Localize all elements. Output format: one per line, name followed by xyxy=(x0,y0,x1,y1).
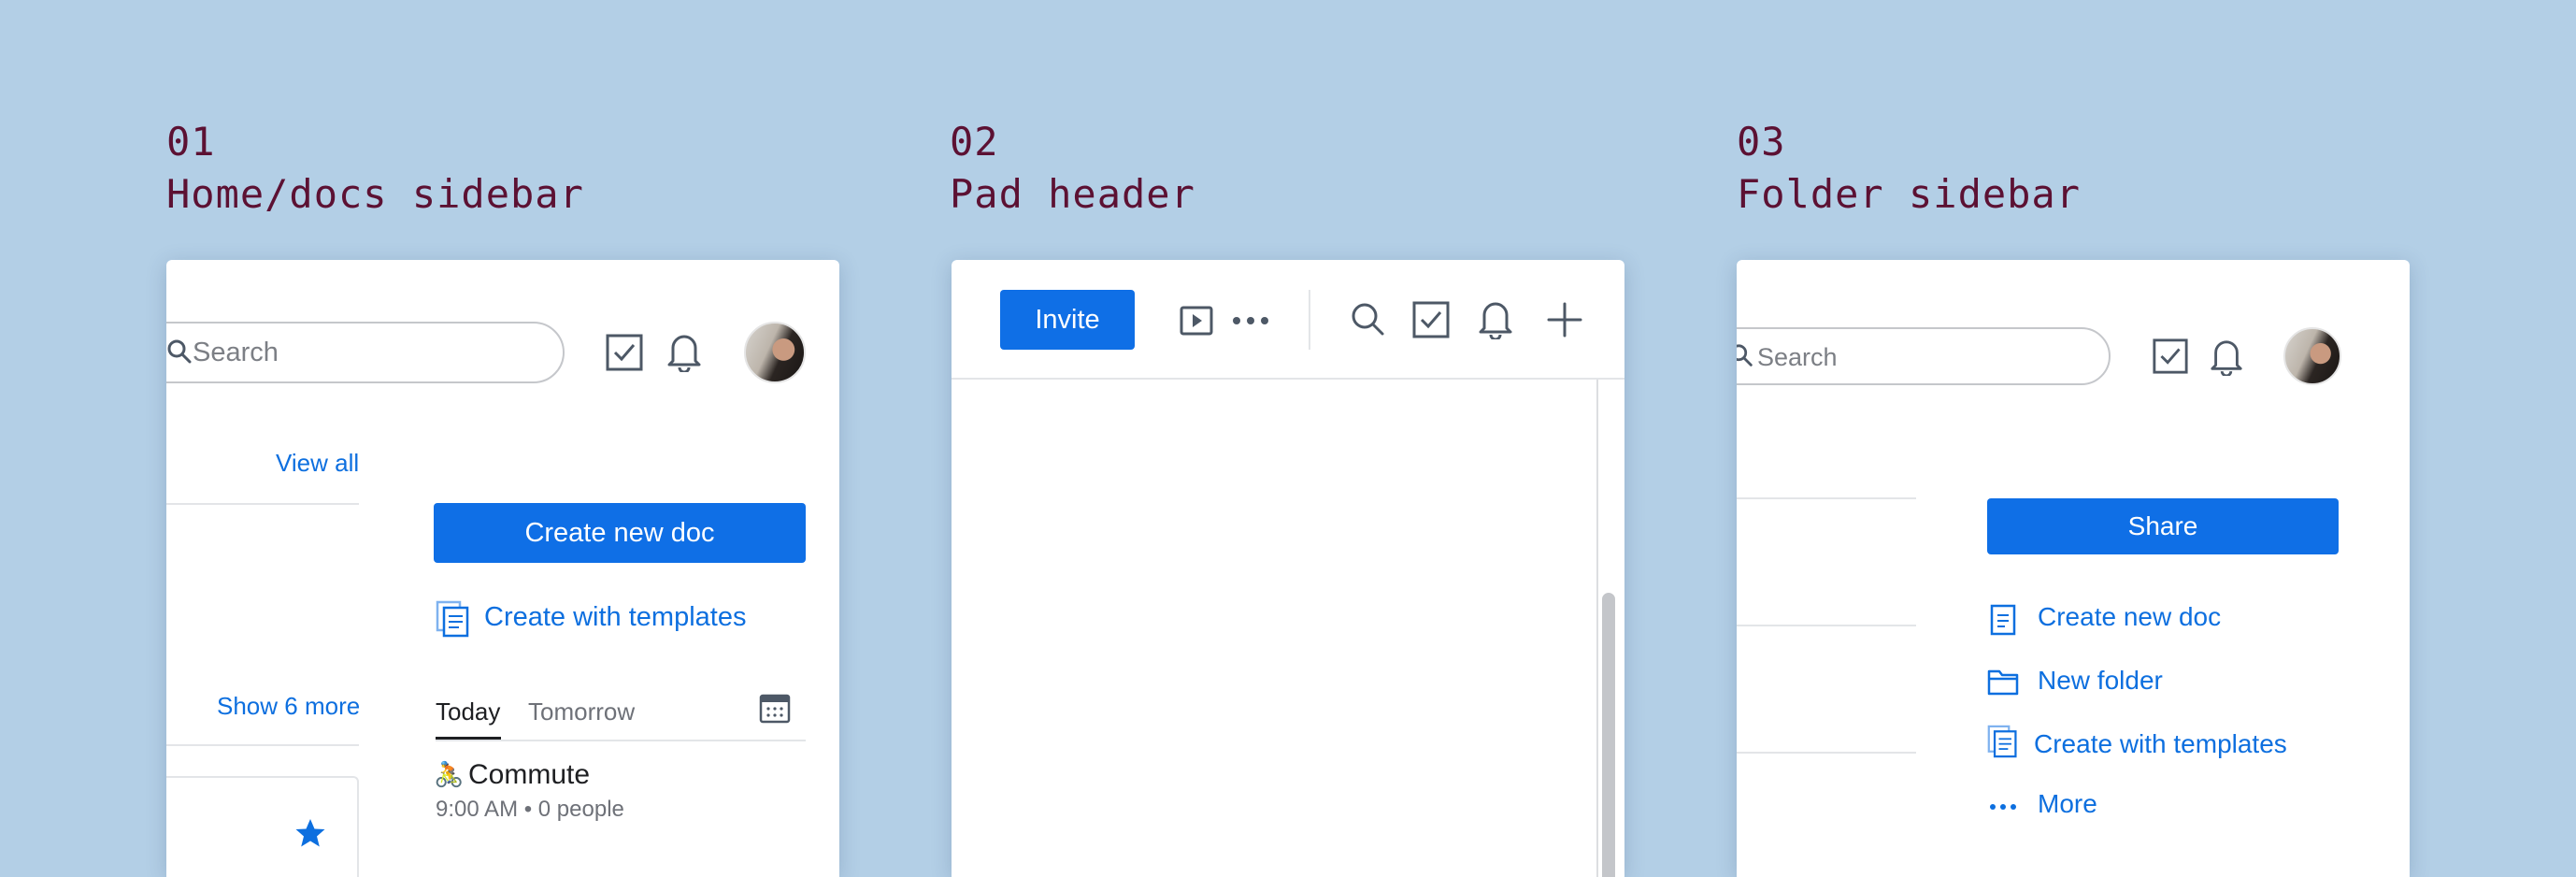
folder-icon xyxy=(1987,669,2019,696)
more-link[interactable]: More xyxy=(2038,789,2097,819)
create-with-templates-link[interactable]: Create with templates xyxy=(484,602,746,633)
scrollbar-thumb[interactable] xyxy=(1602,593,1615,877)
tasks-checkbox-icon[interactable] xyxy=(605,333,644,372)
more-options-icon xyxy=(1990,804,2016,810)
list-divider xyxy=(1737,497,1916,499)
section-number: 03 xyxy=(1737,119,1786,165)
create-with-templates-link[interactable]: Create with templates xyxy=(2034,729,2287,759)
search-icon[interactable] xyxy=(1350,301,1387,338)
event-meta: 9:00 AM • 0 people xyxy=(436,797,624,822)
search-input[interactable]: Search xyxy=(1737,327,2111,385)
list-divider xyxy=(166,744,359,746)
section-label-01: 01 Home/docs sidebar xyxy=(166,116,584,221)
create-new-doc-link[interactable]: Create new doc xyxy=(2038,602,2221,632)
pad-header-card: Invite xyxy=(952,260,1624,877)
toolbar-separator xyxy=(1309,290,1310,350)
header-divider xyxy=(952,378,1624,380)
search-placeholder: Search xyxy=(1757,343,1838,371)
list-divider xyxy=(1737,625,1916,626)
tabs-divider xyxy=(436,740,806,741)
search-icon xyxy=(1737,344,1753,367)
templates-icon xyxy=(436,600,469,638)
tab-tomorrow[interactable]: Tomorrow xyxy=(528,697,635,726)
avatar[interactable] xyxy=(2283,327,2341,385)
folder-sidebar-card: Search Share Create new doc New folder C… xyxy=(1737,260,2410,877)
list-card xyxy=(166,776,359,877)
add-icon[interactable] xyxy=(1546,301,1583,338)
section-title: Pad header xyxy=(950,171,1195,217)
section-number: 01 xyxy=(166,119,216,165)
section-label-02: 02 Pad header xyxy=(950,116,1195,221)
notifications-bell-icon[interactable] xyxy=(1477,298,1514,339)
notifications-bell-icon[interactable] xyxy=(665,331,703,372)
section-number: 02 xyxy=(950,119,999,165)
search-input[interactable]: Search xyxy=(166,322,565,383)
list-divider xyxy=(1737,752,1916,754)
tasks-checkbox-icon[interactable] xyxy=(2152,338,2189,375)
show-more-link[interactable]: Show 6 more xyxy=(217,692,360,721)
home-docs-sidebar-card: Search View all Create new doc Create wi… xyxy=(166,260,839,877)
create-new-doc-button[interactable]: Create new doc xyxy=(434,503,806,563)
section-title: Home/docs sidebar xyxy=(166,171,584,217)
list-divider xyxy=(166,503,359,505)
section-title: Folder sidebar xyxy=(1737,171,2082,217)
tasks-checkbox-icon[interactable] xyxy=(1411,300,1451,339)
calendar-icon[interactable] xyxy=(759,694,791,724)
new-doc-icon xyxy=(1990,604,2016,636)
section-label-03: 03 Folder sidebar xyxy=(1737,116,2081,221)
invite-button[interactable]: Invite xyxy=(1000,290,1135,350)
templates-icon xyxy=(1987,725,2017,758)
avatar[interactable] xyxy=(744,322,806,383)
present-play-icon[interactable] xyxy=(1180,306,1213,336)
notifications-bell-icon[interactable] xyxy=(2209,337,2244,376)
view-all-link[interactable]: View all xyxy=(276,449,359,478)
event-emoji: 🚴 xyxy=(434,761,465,789)
more-options-icon[interactable] xyxy=(1232,316,1269,325)
scrollbar-track[interactable] xyxy=(1596,380,1598,877)
star-icon[interactable] xyxy=(294,817,326,849)
share-button[interactable]: Share xyxy=(1987,498,2339,554)
tab-today[interactable]: Today xyxy=(436,697,500,726)
search-icon xyxy=(167,339,192,364)
new-folder-link[interactable]: New folder xyxy=(2038,666,2163,696)
search-placeholder: Search xyxy=(193,338,279,367)
event-title[interactable]: Commute xyxy=(468,759,590,791)
